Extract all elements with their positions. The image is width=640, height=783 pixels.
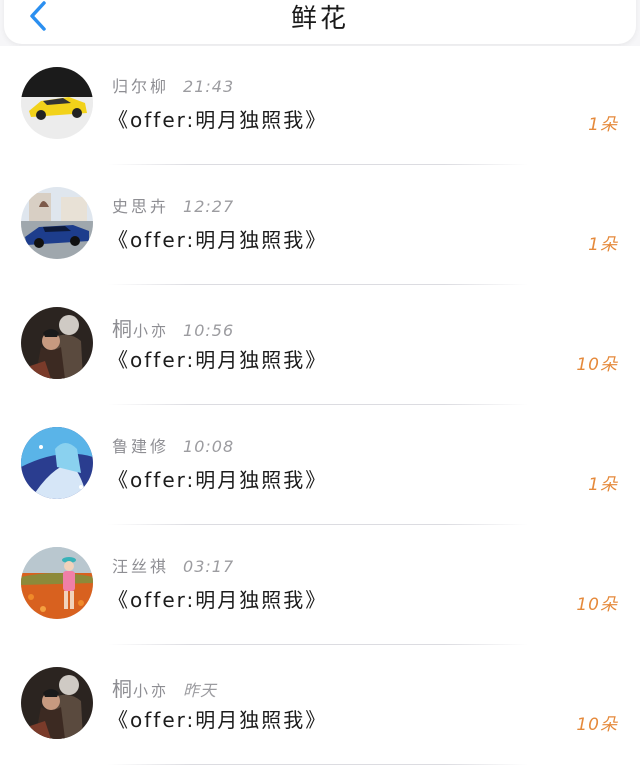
sender-meta: 鲁建修 10:08 bbox=[112, 433, 234, 457]
sender-name: 桐小亦 bbox=[112, 677, 170, 701]
flower-count: 1朵 bbox=[588, 115, 618, 135]
sender-meta: 史思卉 12:27 bbox=[112, 193, 234, 217]
sender-name: 史思卉 bbox=[112, 197, 170, 216]
sender-meta: 汪丝祺 03:17 bbox=[112, 553, 234, 577]
flower-count: 10朵 bbox=[576, 355, 618, 375]
avatar[interactable] bbox=[21, 187, 93, 259]
sender-name: 鲁建修 bbox=[112, 437, 170, 456]
message-text: 《offer:明月独照我》 bbox=[108, 108, 328, 132]
navigation-bar: 鲜花 bbox=[4, 0, 636, 44]
sender-meta: 归尔柳 21:43 bbox=[112, 73, 234, 97]
row-divider bbox=[108, 764, 528, 765]
avatar[interactable] bbox=[21, 307, 93, 379]
avatar[interactable] bbox=[21, 427, 93, 499]
list-item[interactable]: 桐小亦 昨天 《offer:明月独照我》 10朵 bbox=[0, 646, 640, 766]
flower-count: 10朵 bbox=[576, 715, 618, 735]
avatar[interactable] bbox=[21, 667, 93, 739]
message-time: 21:43 bbox=[183, 77, 235, 96]
avatar[interactable] bbox=[21, 547, 93, 619]
message-time: 12:27 bbox=[183, 197, 235, 216]
row-divider bbox=[108, 284, 528, 285]
message-time: 03:17 bbox=[183, 557, 235, 576]
message-text: 《offer:明月独照我》 bbox=[108, 588, 328, 612]
message-time: 昨天 bbox=[183, 681, 218, 700]
message-time: 10:08 bbox=[183, 437, 235, 456]
message-text: 《offer:明月独照我》 bbox=[108, 228, 328, 252]
list-item[interactable]: 史思卉 12:27 《offer:明月独照我》 1朵 bbox=[0, 166, 640, 286]
sender-name-main: 桐 bbox=[112, 317, 133, 341]
sender-name: 归尔柳 bbox=[112, 77, 170, 96]
list-item[interactable]: 归尔柳 21:43 《offer:明月独照我》 1朵 bbox=[0, 46, 640, 166]
message-list: 归尔柳 21:43 《offer:明月独照我》 1朵 史思卉 12:27 《of… bbox=[0, 46, 640, 783]
message-text: 《offer:明月独照我》 bbox=[108, 708, 328, 732]
list-item[interactable]: 鲁建修 10:08 《offer:明月独照我》 1朵 bbox=[0, 406, 640, 526]
row-divider bbox=[108, 404, 528, 405]
sender-name-tail: 小亦 bbox=[133, 322, 170, 340]
message-text: 《offer:明月独照我》 bbox=[108, 348, 328, 372]
sender-name: 汪丝祺 bbox=[112, 557, 170, 576]
sender-meta: 桐小亦 昨天 bbox=[112, 673, 217, 702]
sender-name-tail: 小亦 bbox=[133, 682, 170, 700]
row-divider bbox=[108, 644, 528, 645]
row-divider bbox=[108, 524, 528, 525]
flower-count: 1朵 bbox=[588, 475, 618, 495]
row-divider bbox=[108, 164, 528, 165]
list-item[interactable]: 汪丝祺 03:17 《offer:明月独照我》 10朵 bbox=[0, 526, 640, 646]
message-text: 《offer:明月独照我》 bbox=[108, 468, 328, 492]
flower-count: 1朵 bbox=[588, 235, 618, 255]
sender-name-main: 桐 bbox=[112, 677, 133, 701]
avatar[interactable] bbox=[21, 67, 93, 139]
list-item[interactable]: 桐小亦 10:56 《offer:明月独照我》 10朵 bbox=[0, 286, 640, 406]
sender-name: 桐小亦 bbox=[112, 317, 170, 341]
flower-count: 10朵 bbox=[576, 595, 618, 615]
sender-meta: 桐小亦 10:56 bbox=[112, 313, 234, 342]
message-time: 10:56 bbox=[183, 321, 235, 340]
page-title: 鲜花 bbox=[290, 4, 349, 34]
flower-messages-page: 鲜花 归尔柳 21:43 《offer:明月独照我》 1朵 史思卉 12:27 … bbox=[0, 0, 640, 783]
